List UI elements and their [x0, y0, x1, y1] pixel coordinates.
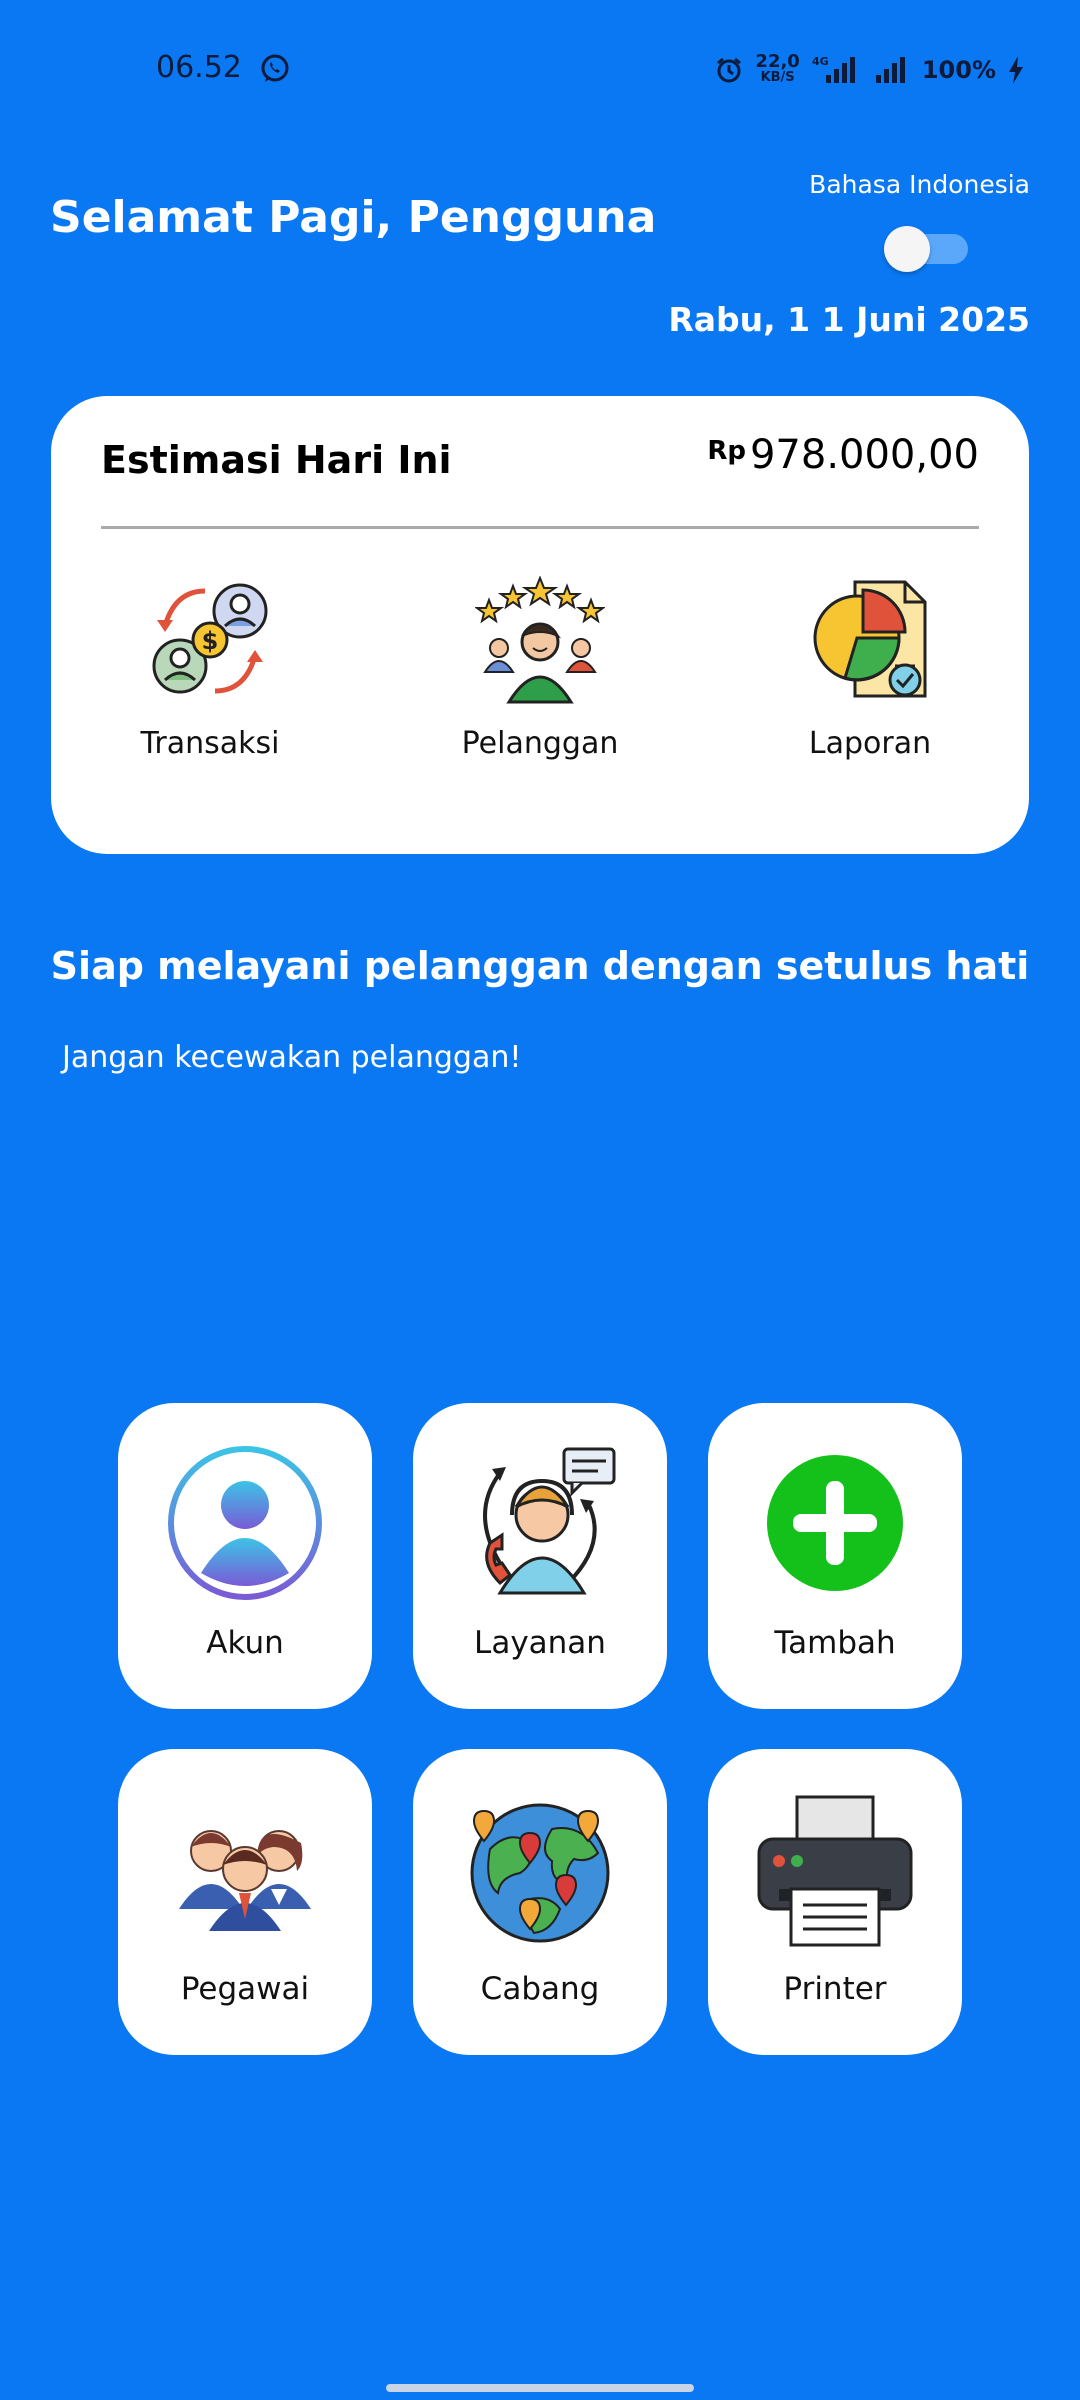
language-toggle[interactable] [884, 226, 970, 272]
signal-icon [875, 57, 905, 83]
signal-4g-icon: 4G [812, 55, 855, 83]
charging-icon [1009, 56, 1023, 84]
network-speed-unit: KB/S [760, 70, 795, 85]
add-icon [767, 1455, 903, 1591]
status-time: 06.52 [156, 50, 242, 85]
menu-akun[interactable]: Akun [118, 1403, 372, 1709]
summary-card: Estimasi Hari Ini Rp 978.000,00 $ Transa… [51, 396, 1029, 854]
amount-value: 978.000,00 [749, 432, 979, 478]
branch-map-icon [470, 1803, 610, 1943]
menu-layanan-label: Layanan [474, 1625, 606, 1661]
quick-pelanggan[interactable]: Pelanggan [430, 575, 650, 761]
status-indicators: 22,0 KB/S 4G 100% [715, 50, 1024, 90]
subtagline: Jangan kecewakan pelanggan! [62, 1040, 522, 1075]
menu-akun-label: Akun [206, 1625, 284, 1661]
currency-symbol: Rp [707, 436, 746, 466]
menu-cabang-label: Cabang [480, 1971, 600, 2007]
customer-rating-icon [473, 575, 607, 704]
account-icon [168, 1446, 322, 1600]
svg-text:4G: 4G [812, 55, 829, 68]
network-speed-value: 22,0 [755, 51, 800, 72]
transaction-icon: $ [152, 583, 268, 694]
greeting-title: Selamat Pagi, Pengguna [50, 192, 657, 243]
quick-transaksi[interactable]: $ Transaksi [100, 576, 320, 761]
menu-tambah[interactable]: Tambah [708, 1403, 962, 1709]
quick-pelanggan-label: Pelanggan [461, 726, 619, 761]
quick-laporan[interactable]: Laporan [760, 576, 980, 761]
tagline: Siap melayani pelanggan dengan setulus h… [50, 944, 1030, 988]
svg-text:$: $ [202, 627, 219, 655]
alarm-icon [717, 57, 742, 83]
home-indicator[interactable] [386, 2384, 694, 2392]
printer-icon [757, 1795, 913, 1947]
whatsapp-icon [261, 54, 289, 82]
battery-level: 100% [921, 56, 996, 84]
menu-pegawai-label: Pegawai [180, 1971, 310, 2007]
menu-layanan[interactable]: Layanan [413, 1403, 667, 1709]
summary-title: Estimasi Hari Ini [101, 438, 452, 482]
network-speed: 22,0 KB/S [755, 51, 800, 86]
summary-amount: Rp 978.000,00 [707, 432, 979, 478]
report-icon [813, 580, 927, 698]
language-toggle-thumb [884, 226, 930, 272]
quick-laporan-label: Laporan [808, 726, 932, 761]
menu-tambah-label: Tambah [774, 1625, 896, 1661]
employees-icon [179, 1830, 311, 1931]
menu-printer[interactable]: Printer [708, 1749, 962, 2055]
current-date: Rabu, 1 1 Juni 2025 [668, 300, 1030, 339]
quick-transaksi-label: Transaksi [140, 726, 280, 761]
divider [101, 526, 979, 529]
menu-cabang[interactable]: Cabang [413, 1749, 667, 2055]
menu-pegawai[interactable]: Pegawai [118, 1749, 372, 2055]
language-label: Bahasa Indonesia [809, 170, 1030, 199]
status-bar: 06.52 22,0 KB/S 4G 100% [0, 0, 1080, 136]
menu-printer-label: Printer [783, 1971, 887, 2007]
customer-service-icon [483, 1447, 616, 1595]
